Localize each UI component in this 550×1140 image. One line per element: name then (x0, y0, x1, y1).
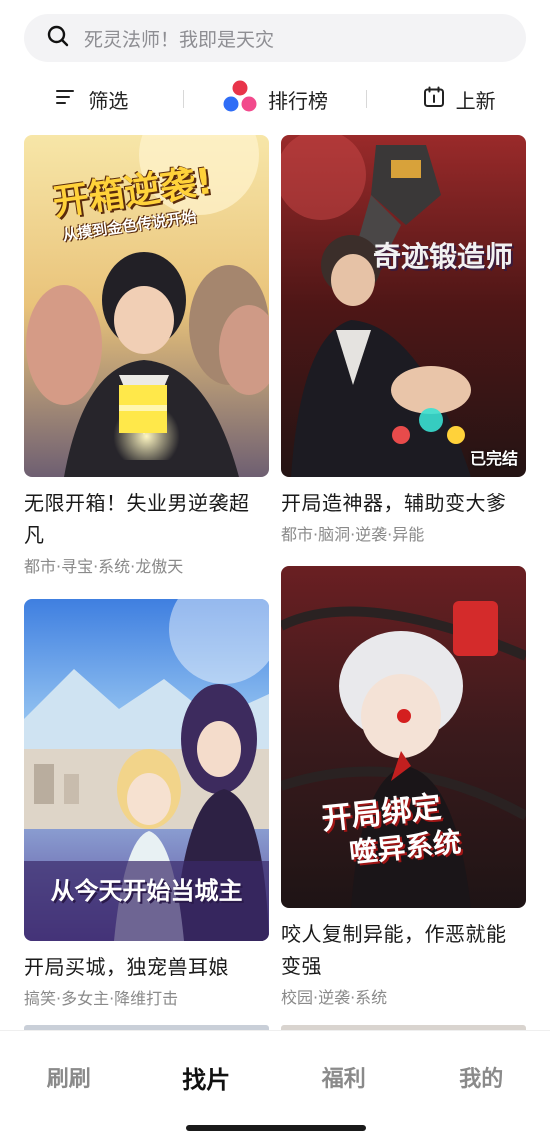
comic-card[interactable]: 奇迹锻造师 已完结 开局造神器，辅助变大爹 都市·脑洞·逆袭·异能 (281, 135, 526, 545)
bottom-nav: 刷刷 找片 福利 我的 (0, 1030, 550, 1140)
comic-tags: 校园·逆袭·系统 (281, 988, 388, 1007)
comic-cover[interactable]: 奇迹锻造师 已完结 (281, 135, 526, 477)
comic-card[interactable]: 从今天开始当城主 开局买城，独宠兽耳娘 搞笑·多女主·降维打击 (24, 599, 269, 1009)
nav-tab-mine[interactable]: 我的 (413, 1061, 550, 1093)
comic-tags: 都市·脑洞·逆袭·异能 (281, 525, 425, 544)
cover-title-art: 从今天开始当城主 (50, 877, 243, 905)
ranking-label: 排行榜 (268, 88, 328, 113)
search-bar[interactable]: 死灵法师！我即是天灾 (24, 14, 526, 62)
filter-label: 筛选 (88, 88, 129, 113)
new-releases-button[interactable]: 上新 (367, 85, 550, 114)
calendar-icon (422, 85, 446, 114)
filter-toolbar: 筛选 排行榜 上新 (0, 78, 550, 120)
nav-tab-welfare[interactable]: 福利 (275, 1061, 413, 1093)
new-label: 上新 (455, 88, 496, 113)
ranking-icon (222, 79, 258, 120)
ranking-button[interactable]: 排行榜 (184, 79, 367, 120)
comic-title[interactable]: 无限开箱！失业男逆袭超凡 (24, 487, 269, 551)
comic-cover[interactable]: 从今天开始当城主 (24, 599, 269, 941)
filter-button[interactable]: 筛选 (0, 85, 183, 114)
cover-title-art: 奇迹锻造师 (373, 240, 514, 273)
completed-badge: 已完结 (469, 449, 518, 468)
comic-tags: 都市·寻宝·系统·龙傲天 (24, 557, 184, 576)
comic-card[interactable]: 开局绑定 噬异系统 咬人复制异能，作恶就能变强 校园·逆袭·系统 (281, 566, 526, 1008)
comic-tags: 搞笑·多女主·降维打击 (24, 989, 179, 1008)
nav-tab-shuashua[interactable]: 刷刷 (0, 1061, 138, 1093)
comic-card[interactable]: 开箱逆袭! 从摸到金色传说开始 无限开箱！失业男逆袭超凡 都市·寻宝·系统·龙傲… (24, 135, 269, 577)
filter-icon (54, 85, 78, 114)
comic-cover[interactable]: 开局绑定 噬异系统 (281, 566, 526, 908)
home-indicator[interactable] (186, 1125, 366, 1131)
comic-title[interactable]: 开局造神器，辅助变大爹 (281, 487, 526, 519)
nav-tab-find[interactable]: 找片 (138, 1060, 276, 1095)
search-icon (46, 24, 70, 52)
comic-cover[interactable]: 开箱逆袭! 从摸到金色传说开始 (24, 135, 269, 477)
comic-title[interactable]: 咬人复制异能，作恶就能变强 (281, 918, 526, 982)
comic-title[interactable]: 开局买城，独宠兽耳娘 (24, 951, 269, 983)
search-placeholder[interactable]: 死灵法师！我即是天灾 (84, 25, 274, 52)
